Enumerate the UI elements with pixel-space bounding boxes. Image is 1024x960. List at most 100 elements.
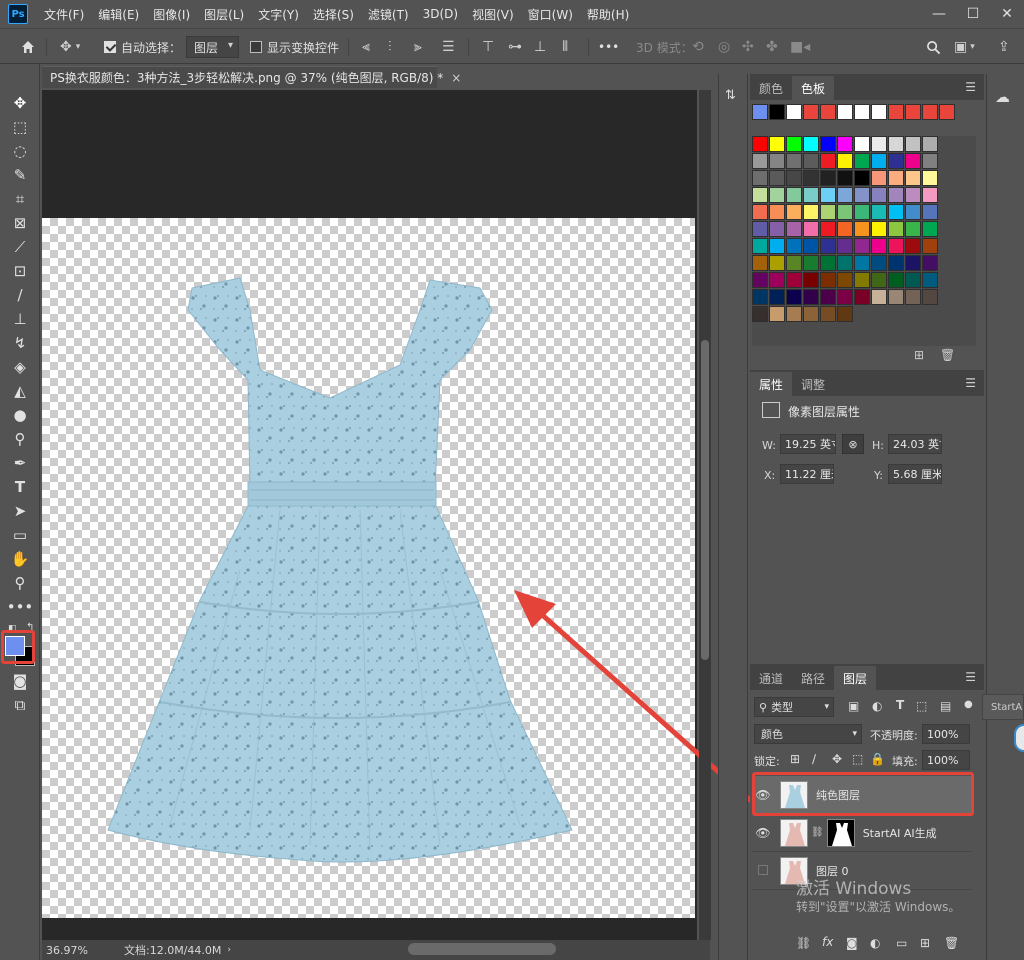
recent-swatch[interactable] <box>837 104 853 120</box>
align-left-icon[interactable]: ⫷ <box>362 29 370 65</box>
color-swatch[interactable] <box>854 221 870 237</box>
blur-tool-icon[interactable]: ● <box>8 404 32 426</box>
color-swatch[interactable] <box>837 153 853 169</box>
panel-menu-icon[interactable]: ☰ <box>965 376 976 390</box>
move-tool-icon[interactable]: ✥ <box>8 92 32 114</box>
recent-swatch[interactable] <box>769 104 785 120</box>
move-tool-preset-icon[interactable]: ✥ ▾ <box>60 29 80 65</box>
filter-type-icon[interactable]: T <box>896 698 904 712</box>
marquee-tool-icon[interactable]: ⬚ <box>8 116 32 138</box>
color-swatch[interactable] <box>888 153 904 169</box>
vertical-scrollbar[interactable] <box>699 90 711 940</box>
color-swatch[interactable] <box>803 136 819 152</box>
color-swatch[interactable] <box>922 204 938 220</box>
color-swatch[interactable] <box>854 187 870 203</box>
color-swatch[interactable] <box>871 289 887 305</box>
color-swatch[interactable] <box>905 221 921 237</box>
recent-swatch[interactable] <box>939 104 955 120</box>
link-dimensions-icon[interactable]: ⊗ <box>842 434 864 454</box>
color-swatch[interactable] <box>769 136 785 152</box>
color-swatch[interactable] <box>752 153 768 169</box>
color-swatch[interactable] <box>786 238 802 254</box>
color-swatch[interactable] <box>922 272 938 288</box>
color-swatch[interactable] <box>905 204 921 220</box>
rectangle-tool-icon[interactable]: ▭ <box>8 524 32 546</box>
tab-paths[interactable]: 路径 <box>792 666 834 690</box>
history-panel-icon[interactable]: ⇅ <box>725 88 736 103</box>
color-swatch[interactable] <box>837 238 853 254</box>
close-window-icon[interactable]: ✕ <box>990 0 1024 28</box>
panel-menu-icon[interactable]: ☰ <box>965 670 976 684</box>
color-swatch[interactable] <box>803 306 819 322</box>
crop-tool-icon[interactable]: ⌗ <box>8 188 32 210</box>
quick-select-tool-icon[interactable]: ✎ <box>8 164 32 186</box>
color-swatch[interactable] <box>786 170 802 186</box>
color-swatch[interactable] <box>837 221 853 237</box>
layer-style-icon[interactable]: fx <box>822 935 833 949</box>
color-swatch[interactable] <box>803 272 819 288</box>
lock-brush-icon[interactable]: ∕ <box>812 752 816 766</box>
menu-file[interactable]: 文件(F) <box>44 6 84 23</box>
healing-tool-icon[interactable]: ⊡ <box>8 260 32 282</box>
zoom-tool-icon[interactable]: ⚲ <box>8 572 32 594</box>
color-swatch[interactable] <box>922 221 938 237</box>
distribute-vertical-icon[interactable]: ⦀ <box>562 29 568 65</box>
color-swatch[interactable] <box>871 272 887 288</box>
color-swatch[interactable] <box>820 289 836 305</box>
tab-properties[interactable]: 属性 <box>750 372 793 396</box>
color-swatch[interactable] <box>820 272 836 288</box>
color-swatch[interactable] <box>820 221 836 237</box>
mask-link-icon[interactable]: ⛓ <box>811 827 824 838</box>
workspace-icon[interactable]: ▣ ▾ <box>954 29 975 65</box>
color-swatch[interactable] <box>854 255 870 271</box>
panel-menu-icon[interactable]: ☰ <box>965 80 976 94</box>
color-swatch[interactable] <box>786 272 802 288</box>
recent-swatch[interactable] <box>922 104 938 120</box>
auto-select-dropdown[interactable]: 图层 <box>186 29 240 65</box>
color-swatch[interactable] <box>786 153 802 169</box>
color-swatch[interactable] <box>905 136 921 152</box>
color-swatch[interactable] <box>837 289 853 305</box>
color-swatch[interactable] <box>786 187 802 203</box>
color-swatch[interactable] <box>888 289 904 305</box>
stamp-tool-icon[interactable]: ⊥ <box>8 308 32 330</box>
color-swatch[interactable] <box>871 136 887 152</box>
color-swatch[interactable] <box>752 255 768 271</box>
distribute-icon[interactable]: ☰ <box>442 29 455 65</box>
color-swatch[interactable] <box>905 272 921 288</box>
recent-swatch[interactable] <box>820 104 836 120</box>
color-swatch[interactable] <box>803 187 819 203</box>
y-field[interactable]: 5.68 厘米 <box>888 464 942 484</box>
color-swatch[interactable] <box>769 289 785 305</box>
color-swatch[interactable] <box>871 153 887 169</box>
visibility-toggle-icon[interactable] <box>752 864 774 878</box>
color-swatch[interactable] <box>871 221 887 237</box>
align-right-icon[interactable]: ⫸ <box>414 29 422 65</box>
color-swatch[interactable] <box>786 255 802 271</box>
color-swatch[interactable] <box>769 272 785 288</box>
color-swatch[interactable] <box>905 187 921 203</box>
group-icon[interactable]: ▭ <box>896 936 907 950</box>
close-document-icon[interactable]: × <box>451 71 461 85</box>
align-center-icon[interactable]: ⫶ <box>388 29 392 65</box>
tab-swatches[interactable]: 色板 <box>792 76 835 100</box>
color-swatch[interactable] <box>820 204 836 220</box>
delete-swatch-icon[interactable]: 🗑 <box>940 348 955 362</box>
maximize-icon[interactable]: ☐ <box>956 0 990 28</box>
color-swatch[interactable] <box>922 238 938 254</box>
color-swatch[interactable] <box>922 255 938 271</box>
add-mask-icon[interactable]: ◙ <box>846 936 858 950</box>
filter-toggle-icon[interactable]: ● <box>964 699 973 710</box>
color-swatch[interactable] <box>752 187 768 203</box>
paint-bucket-tool-icon[interactable]: ◭ <box>8 380 32 402</box>
color-swatch[interactable] <box>922 153 938 169</box>
color-swatch[interactable] <box>786 221 802 237</box>
color-swatch[interactable] <box>854 272 870 288</box>
share-icon[interactable]: ⇪ <box>998 29 1010 65</box>
color-swatch[interactable] <box>820 306 836 322</box>
menu-window[interactable]: 窗口(W) <box>528 6 573 23</box>
color-swatch[interactable] <box>905 238 921 254</box>
align-bottom-icon[interactable]: ⊥ <box>534 29 546 65</box>
tab-adjustments[interactable]: 调整 <box>792 372 834 396</box>
color-swatch[interactable] <box>769 306 785 322</box>
